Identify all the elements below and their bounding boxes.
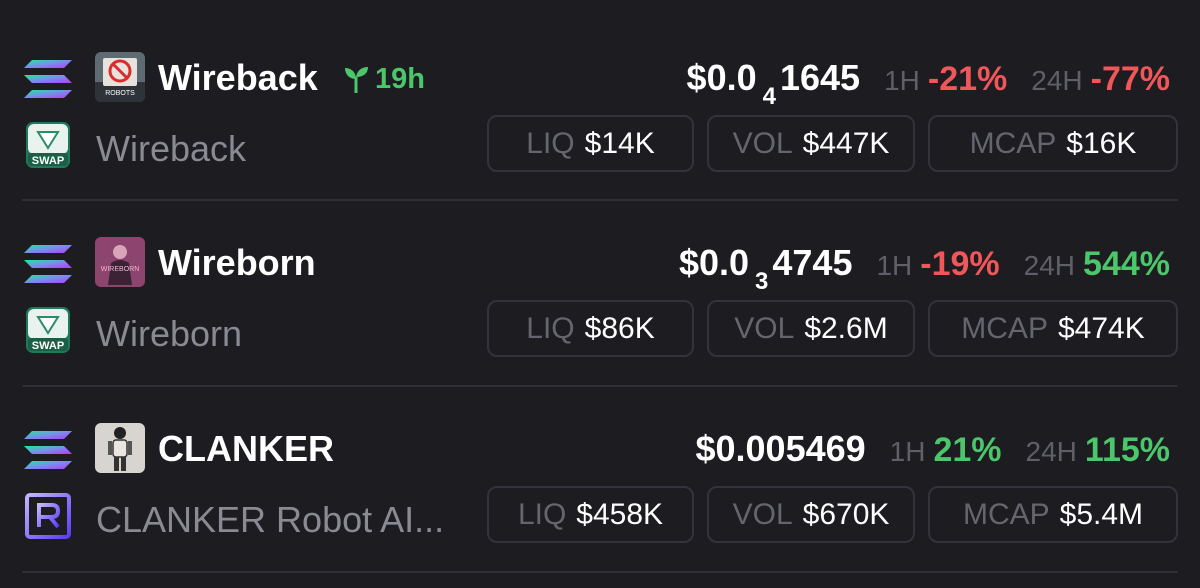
token-age: 19h <box>340 62 425 96</box>
1h-label: 1H <box>876 250 913 281</box>
token-name: Wireback <box>96 128 247 169</box>
token-row-wireborn[interactable]: SWAP WIREBORN Wireborn Wireborn $0.0 3 474… <box>0 199 1200 385</box>
token-symbol: Wireborn <box>158 242 316 283</box>
market-cap-badge: MCAP $16K <box>928 115 1178 172</box>
token-row-wireback[interactable]: SWAP ROBOTS Wireback 19h Wireback $0.0 4 1… <box>0 14 1200 200</box>
token-name: CLANKER Robot AI... <box>96 499 445 540</box>
1h-change: 21% <box>933 431 1002 469</box>
price-zero-count: 3 <box>755 268 769 295</box>
token-symbol: Wireback <box>158 57 318 98</box>
market-cap-badge: MCAP $5.4M <box>928 486 1178 543</box>
24h-label: 24H <box>1023 250 1076 281</box>
solana-icon <box>24 60 72 98</box>
solana-icon <box>24 431 72 469</box>
liquidity-badge: LIQ $458K <box>487 486 694 543</box>
token-symbol: CLANKER <box>158 428 334 469</box>
raydium-icon <box>25 493 71 539</box>
image-badge-text: ROBOTS <box>105 90 135 97</box>
24h-label: 24H <box>1025 436 1077 467</box>
token-image: ROBOTS <box>95 52 145 102</box>
swap-badge-text: SWAP <box>32 340 64 352</box>
liquidity-badge: LIQ $14K <box>487 115 694 172</box>
token-price: $0.005469 <box>695 428 866 469</box>
token-price: $0.0 4 1645 <box>686 57 861 111</box>
24h-change: 115% <box>1084 431 1170 469</box>
24h-change: 544% <box>1083 245 1170 283</box>
1h-change: -21% <box>927 60 1008 98</box>
swap-icon: SWAP <box>26 307 70 353</box>
solana-icon <box>24 245 72 283</box>
token-price: $0.0 3 4745 <box>678 242 853 296</box>
volume-badge: VOL $447K <box>707 115 915 172</box>
price-metrics: $0.0 3 4745 1H -19% 24H 544% <box>678 242 1170 296</box>
24h-change: -77% <box>1090 60 1170 98</box>
swap-icon: SWAP <box>26 122 70 168</box>
volume-badge: VOL $670K <box>707 486 915 543</box>
market-cap-badge: MCAP $474K <box>928 300 1178 357</box>
liquidity-badge: LIQ $86K <box>487 300 694 357</box>
price-metrics: $0.005469 1H 21% 24H 115% <box>695 429 1170 470</box>
age-text: 19h <box>375 63 425 95</box>
sprout-icon <box>345 67 368 93</box>
price-metrics: $0.0 4 1645 1H -21% 24H -77% <box>686 57 1170 111</box>
image-badge-text: WIREBORN <box>101 266 140 273</box>
1h-change: -19% <box>920 245 1000 283</box>
row-divider <box>22 571 1178 573</box>
1h-label: 1H <box>889 436 926 467</box>
token-name: Wireborn <box>96 313 243 354</box>
swap-badge-text: SWAP <box>32 155 64 167</box>
token-image <box>95 423 145 473</box>
token-image: WIREBORN <box>95 237 145 287</box>
1h-label: 1H <box>884 65 920 96</box>
24h-label: 24H <box>1031 65 1083 96</box>
token-row-clanker[interactable]: CLANKER CLANKER Robot AI... $0.005469 1H… <box>0 385 1200 571</box>
price-zero-count: 4 <box>762 83 776 110</box>
volume-badge: VOL $2.6M <box>707 300 915 357</box>
